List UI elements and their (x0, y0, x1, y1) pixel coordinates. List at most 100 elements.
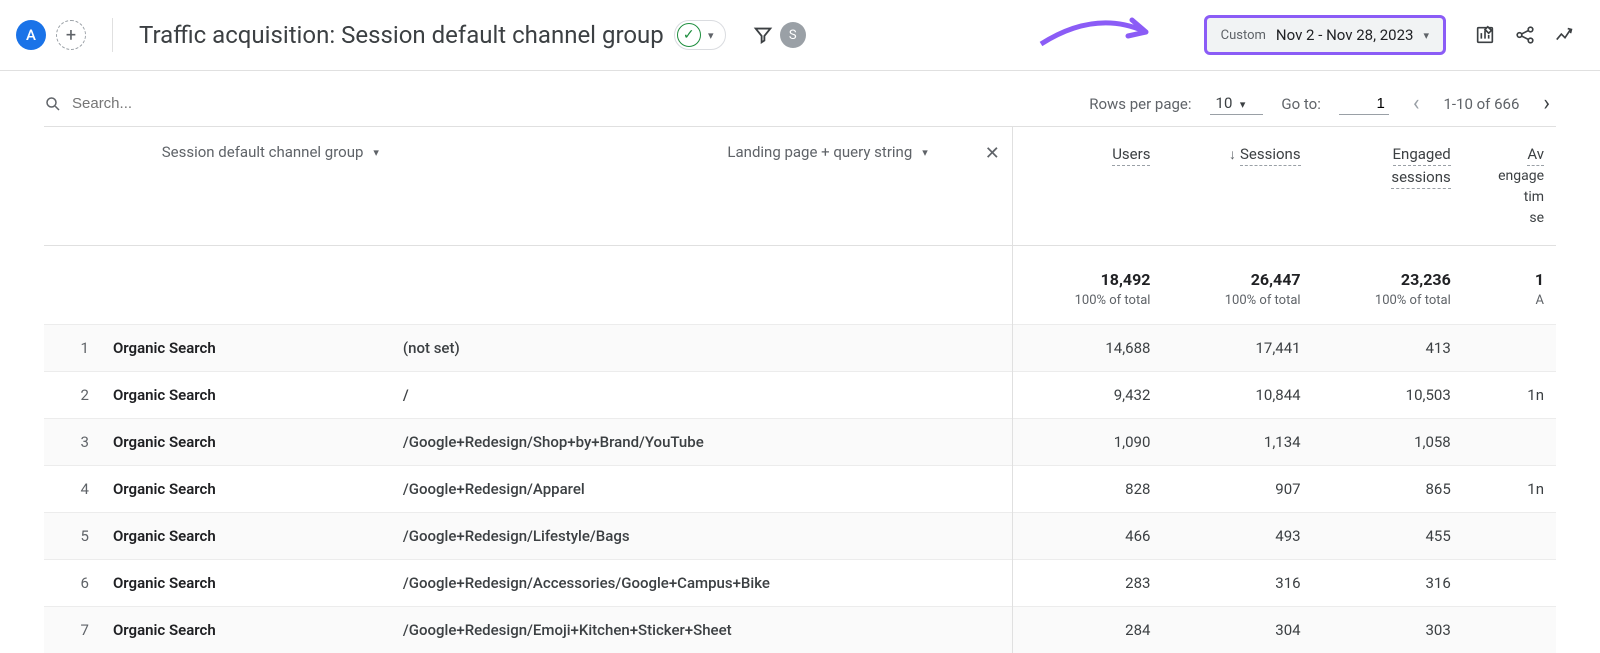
table-row[interactable]: 7Organic Search/Google+Redesign/Emoji+Ki… (44, 607, 1556, 653)
row-engaged: 1,058 (1313, 419, 1463, 466)
table-row[interactable]: 2Organic Search/9,43210,84410,5031n (44, 372, 1556, 419)
table-row[interactable]: 5Organic Search/Google+Redesign/Lifestyl… (44, 513, 1556, 560)
filter-icon[interactable] (752, 24, 774, 46)
report-header: A + Traffic acquisition: Session default… (0, 0, 1600, 71)
share-icon[interactable] (1514, 24, 1536, 46)
table-controls: Rows per page: 10 ▾ Go to: ‹ 1-10 of 666… (44, 91, 1556, 126)
row-sessions: 316 (1162, 560, 1312, 607)
row-engaged: 865 (1313, 466, 1463, 513)
row-avg: 1n (1463, 466, 1556, 513)
row-users: 828 (1012, 466, 1162, 513)
header-action-icons (1474, 24, 1576, 46)
table-row[interactable]: 1Organic Search(not set)14,68817,441413 (44, 325, 1556, 372)
row-index: 6 (44, 560, 101, 607)
row-users: 14,688 (1012, 325, 1162, 372)
row-engaged: 316 (1313, 560, 1463, 607)
row-users: 283 (1012, 560, 1162, 607)
search-icon (44, 95, 62, 113)
segment-chip[interactable]: S (780, 22, 806, 48)
row-sessions: 304 (1162, 607, 1312, 653)
prev-page-button[interactable]: ‹ (1407, 91, 1426, 116)
secondary-dimension-picker[interactable]: Landing page + query string▾ (391, 127, 940, 246)
row-channel: Organic Search (101, 372, 391, 419)
row-landing-page: /Google+Redesign/Apparel (391, 466, 1012, 513)
sort-desc-icon: ↓ (1229, 147, 1236, 163)
row-index-header (44, 127, 101, 246)
row-avg (1463, 419, 1556, 466)
row-index: 4 (44, 466, 101, 513)
status-dropdown[interactable]: ✓ ▾ (674, 20, 726, 50)
row-channel: Organic Search (101, 466, 391, 513)
goto-input[interactable] (1339, 93, 1389, 115)
row-engaged: 303 (1313, 607, 1463, 653)
edit-comparison-icon[interactable] (1474, 24, 1496, 46)
insights-icon[interactable] (1554, 24, 1576, 46)
row-engaged: 455 (1313, 513, 1463, 560)
row-sessions: 907 (1162, 466, 1312, 513)
row-channel: Organic Search (101, 325, 391, 372)
row-index: 5 (44, 513, 101, 560)
pagination-range: 1-10 of 666 (1443, 95, 1519, 113)
page-title: Traffic acquisition: Session default cha… (139, 21, 664, 49)
search-input[interactable] (72, 95, 272, 112)
divider (112, 18, 113, 52)
table-row[interactable]: 6Organic Search/Google+Redesign/Accessor… (44, 560, 1556, 607)
chevron-down-icon: ▾ (1240, 98, 1246, 111)
row-sessions: 10,844 (1162, 372, 1312, 419)
row-avg (1463, 513, 1556, 560)
totals-row: 18,492100% of total 26,447100% of total … (44, 246, 1556, 325)
row-channel: Organic Search (101, 513, 391, 560)
row-channel: Organic Search (101, 560, 391, 607)
goto-label: Go to: (1281, 95, 1320, 113)
chevron-down-icon: ▾ (373, 146, 379, 159)
add-comparison-button[interactable]: + (56, 20, 86, 50)
row-avg (1463, 607, 1556, 653)
row-avg: 1n (1463, 372, 1556, 419)
total-avg-partial: 1 (1475, 270, 1544, 289)
table-row[interactable]: 3Organic Search/Google+Redesign/Shop+by+… (44, 419, 1556, 466)
row-avg (1463, 560, 1556, 607)
date-range-type: Custom (1221, 28, 1266, 43)
filter-group: S (736, 22, 806, 48)
annotation-arrow (1036, 14, 1176, 56)
row-avg (1463, 325, 1556, 372)
account-avatar[interactable]: A (16, 20, 46, 50)
row-channel: Organic Search (101, 419, 391, 466)
total-users: 18,492 (1025, 270, 1151, 289)
rows-per-page-select[interactable]: 10 ▾ (1210, 92, 1264, 115)
row-sessions: 17,441 (1162, 325, 1312, 372)
row-users: 1,090 (1012, 419, 1162, 466)
row-users: 284 (1012, 607, 1162, 653)
chevron-down-icon: ▾ (1423, 29, 1429, 42)
row-index: 3 (44, 419, 101, 466)
column-users[interactable]: Users (1012, 127, 1162, 246)
date-range-value: Nov 2 - Nov 28, 2023 (1276, 26, 1414, 44)
total-sessions: 26,447 (1174, 270, 1300, 289)
date-range-picker[interactable]: Custom Nov 2 - Nov 28, 2023 ▾ (1204, 15, 1446, 55)
row-landing-page: /Google+Redesign/Emoji+Kitchen+Sticker+S… (391, 607, 1012, 653)
total-engaged: 23,236 (1325, 270, 1451, 289)
data-table: Session default channel group▾ Landing p… (44, 126, 1556, 653)
column-sessions[interactable]: ↓Sessions (1162, 127, 1312, 246)
remove-secondary-dimension[interactable]: ✕ (940, 127, 1012, 246)
table-body: 1Organic Search(not set)14,68817,4414132… (44, 325, 1556, 653)
data-table-section: Rows per page: 10 ▾ Go to: ‹ 1-10 of 666… (0, 71, 1600, 653)
search-box[interactable] (44, 95, 1071, 113)
table-row[interactable]: 4Organic Search/Google+Redesign/Apparel8… (44, 466, 1556, 513)
column-engaged-sessions[interactable]: Engagedsessions (1313, 127, 1463, 246)
row-landing-page: /Google+Redesign/Shop+by+Brand/YouTube (391, 419, 1012, 466)
primary-dimension-picker[interactable]: Session default channel group▾ (101, 127, 391, 246)
chevron-down-icon: ▾ (922, 146, 928, 159)
row-index: 1 (44, 325, 101, 372)
row-landing-page: (not set) (391, 325, 1012, 372)
column-avg-engagement-time[interactable]: Avengagetimse (1463, 127, 1556, 246)
row-users: 9,432 (1012, 372, 1162, 419)
row-index: 2 (44, 372, 101, 419)
next-page-button[interactable]: › (1537, 91, 1556, 116)
row-landing-page: /Google+Redesign/Lifestyle/Bags (391, 513, 1012, 560)
row-sessions: 1,134 (1162, 419, 1312, 466)
row-engaged: 10,503 (1313, 372, 1463, 419)
close-icon: ✕ (985, 143, 1000, 164)
row-landing-page: /Google+Redesign/Accessories/Google+Camp… (391, 560, 1012, 607)
row-sessions: 493 (1162, 513, 1312, 560)
